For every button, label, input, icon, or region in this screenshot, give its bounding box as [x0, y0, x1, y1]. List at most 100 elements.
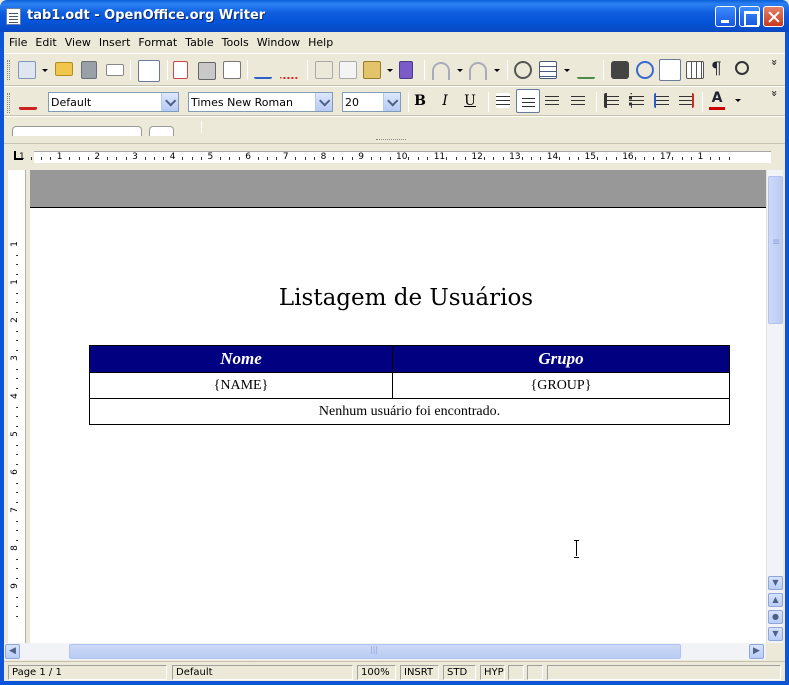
- toolbar-slot[interactable]: [149, 126, 174, 136]
- status-hyphenation[interactable]: HYP: [480, 665, 505, 680]
- menu-tools[interactable]: Tools: [218, 36, 253, 49]
- paste-icon[interactable]: [363, 61, 381, 79]
- menu-format[interactable]: Format: [134, 36, 181, 49]
- align-left-icon[interactable]: [496, 93, 510, 108]
- new-document-icon[interactable]: [18, 61, 36, 79]
- copy-icon[interactable]: [339, 61, 357, 79]
- styles-formatting-icon[interactable]: [19, 92, 37, 110]
- align-right-icon[interactable]: [545, 93, 559, 108]
- previous-page-button[interactable]: ▲: [768, 593, 783, 607]
- print-icon[interactable]: [198, 62, 216, 80]
- status-modified[interactable]: [508, 665, 524, 680]
- document-title[interactable]: Listagem de Usuários: [30, 285, 766, 311]
- decrease-indent-icon[interactable]: [654, 93, 669, 108]
- table-dropdown-arrow[interactable]: [564, 69, 570, 72]
- redo-dropdown-arrow[interactable]: [494, 69, 500, 72]
- menu-table[interactable]: Table: [181, 36, 217, 49]
- menu-help[interactable]: Help: [304, 36, 337, 49]
- paragraph-style-dropdown-icon[interactable]: [161, 93, 178, 111]
- redo-icon[interactable]: [469, 62, 487, 80]
- toolbar-collapse-handle[interactable]: [376, 139, 406, 142]
- ruler-scale[interactable]: 1 1 2 3 4 5 6 7 8 9 10 11 12 13 14 15 16 17 1: [19, 151, 771, 163]
- header-grupo[interactable]: Grupo: [391, 345, 731, 373]
- horizontal-scrollbar[interactable]: ◀ ▶: [4, 643, 766, 660]
- next-page-button[interactable]: ▼: [768, 627, 783, 641]
- align-center-button[interactable]: [516, 89, 540, 113]
- status-page[interactable]: Page 1 / 1: [8, 665, 167, 680]
- formatting-marks-icon[interactable]: ¶: [711, 59, 729, 79]
- menu-file[interactable]: File: [4, 36, 31, 49]
- status-selection-mode[interactable]: STD: [443, 665, 476, 680]
- status-insert-mode[interactable]: INSRT: [400, 665, 439, 680]
- zoom-icon[interactable]: [735, 61, 749, 75]
- navigation-button[interactable]: ●: [768, 610, 783, 624]
- save-icon[interactable]: [81, 61, 97, 79]
- status-signature[interactable]: [527, 665, 543, 680]
- paste-dropdown-arrow[interactable]: [387, 69, 393, 72]
- close-button[interactable]: [763, 6, 784, 27]
- underline-button[interactable]: U: [460, 93, 480, 109]
- numbering-icon[interactable]: [604, 93, 619, 108]
- data-sources-icon[interactable]: [686, 61, 704, 79]
- show-draw-functions-icon[interactable]: [577, 61, 595, 79]
- users-table[interactable]: Nome Grupo {NAME} {GROUP} Nenhum usuário…: [89, 345, 731, 425]
- italic-button[interactable]: I: [435, 93, 455, 109]
- bullets-icon[interactable]: [629, 93, 644, 108]
- toolbar-more-arrow[interactable]: [771, 91, 779, 111]
- toolbar-slot[interactable]: [12, 126, 142, 136]
- font-size-dropdown-icon[interactable]: [383, 93, 400, 111]
- horizontal-scroll-thumb[interactable]: [69, 644, 681, 659]
- vertical-ruler[interactable]: 1 1 2 3 4 5 6 7 8 9: [8, 170, 26, 643]
- font-size-combo[interactable]: 20: [342, 92, 401, 112]
- status-page-style[interactable]: Default: [172, 665, 353, 680]
- justify-icon[interactable]: [571, 93, 585, 108]
- spellcheck-icon[interactable]: [254, 61, 272, 79]
- open-folder-icon[interactable]: [55, 62, 73, 76]
- scroll-down-button[interactable]: ▼: [768, 576, 783, 590]
- bold-button[interactable]: B: [410, 93, 430, 109]
- font-color-dropdown-arrow[interactable]: [735, 99, 741, 102]
- table-icon[interactable]: [539, 61, 557, 79]
- toolbar-more-arrow[interactable]: [771, 60, 779, 80]
- scroll-left-button[interactable]: ◀: [5, 644, 20, 659]
- page-preview-icon[interactable]: [223, 61, 241, 79]
- clone-formatting-icon[interactable]: [399, 61, 413, 79]
- cell-group-placeholder[interactable]: {GROUP}: [391, 372, 731, 399]
- font-name-dropdown-icon[interactable]: [315, 93, 332, 111]
- font-name-combo[interactable]: Times New Roman: [188, 92, 333, 112]
- vertical-scroll-thumb[interactable]: [768, 176, 783, 324]
- scroll-right-button[interactable]: ▶: [749, 644, 764, 659]
- page[interactable]: [30, 209, 766, 643]
- menu-edit[interactable]: Edit: [31, 36, 60, 49]
- export-pdf-icon[interactable]: [173, 61, 188, 79]
- find-replace-icon[interactable]: [611, 61, 629, 79]
- menu-window[interactable]: Window: [253, 36, 304, 49]
- toolbar-grip[interactable]: [7, 93, 10, 113]
- navigator-icon[interactable]: [636, 61, 654, 79]
- undo-dropdown-arrow[interactable]: [457, 69, 463, 72]
- email-icon[interactable]: [106, 64, 124, 76]
- vertical-scrollbar[interactable]: ▼ ▲ ● ▼: [766, 170, 783, 643]
- title-bar[interactable]: tab1.odt - OpenOffice.org Writer: [0, 0, 789, 32]
- new-dropdown-arrow[interactable]: [42, 69, 48, 72]
- gallery-icon[interactable]: [659, 59, 681, 81]
- menu-insert[interactable]: Insert: [95, 36, 135, 49]
- undo-icon[interactable]: [432, 62, 450, 80]
- menu-view[interactable]: View: [61, 36, 95, 49]
- document-view[interactable]: Listagem de Usuários Nome Grupo {NAME} {…: [30, 170, 766, 643]
- cell-empty-message[interactable]: Nenhum usuário foi encontrado.: [89, 398, 730, 425]
- cut-icon[interactable]: [315, 61, 333, 79]
- font-color-button[interactable]: A: [709, 90, 725, 110]
- hyperlink-icon[interactable]: [514, 61, 532, 79]
- horizontal-ruler[interactable]: 1 1 2 3 4 5 6 7 8 9 10 11 12 13 14 15 16 17 1: [4, 147, 785, 167]
- toolbar-grip[interactable]: [7, 60, 10, 80]
- minimize-button[interactable]: [715, 6, 736, 27]
- header-nome[interactable]: Nome: [89, 345, 393, 373]
- status-zoom[interactable]: 100%: [357, 665, 396, 680]
- paragraph-style-combo[interactable]: Default: [48, 92, 179, 112]
- autospellcheck-icon[interactable]: [280, 61, 298, 79]
- maximize-button[interactable]: [739, 6, 760, 27]
- edit-file-icon[interactable]: [138, 60, 160, 82]
- cell-name-placeholder[interactable]: {NAME}: [89, 372, 393, 399]
- increase-indent-icon[interactable]: [679, 93, 694, 108]
